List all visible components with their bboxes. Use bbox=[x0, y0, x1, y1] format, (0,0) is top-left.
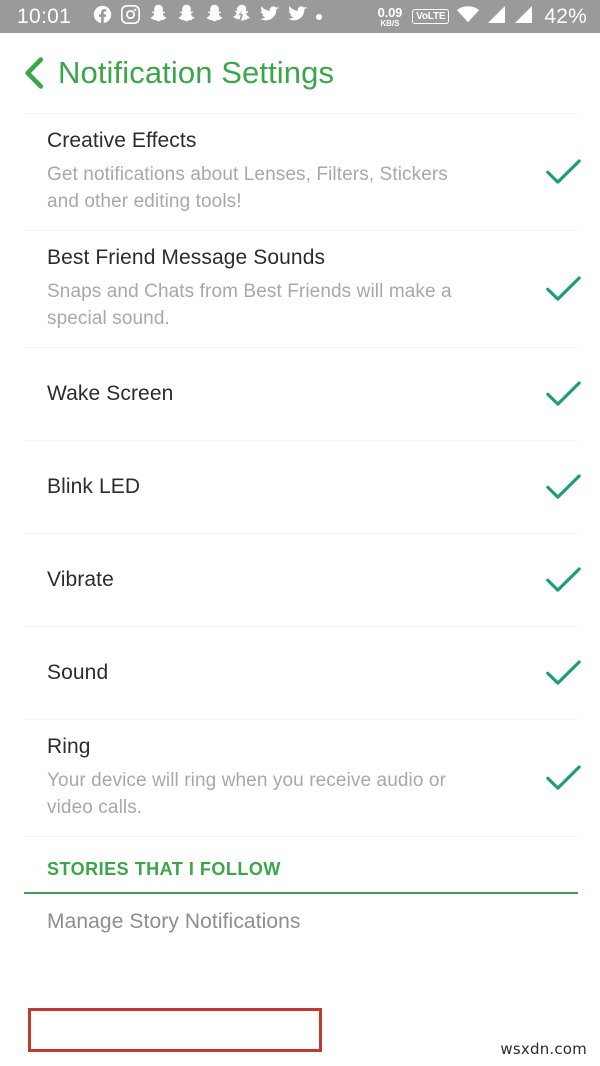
settings-row-wake-screen[interactable]: Wake Screen bbox=[0, 348, 600, 440]
row-text-block: Blink LED bbox=[47, 474, 526, 499]
checkmark-icon[interactable] bbox=[526, 659, 600, 688]
settings-row-manage-story-notifications[interactable]: Manage Story Notifications bbox=[0, 894, 600, 950]
checkmark-icon[interactable] bbox=[526, 158, 600, 187]
twitter-icon-2 bbox=[288, 5, 308, 28]
settings-row-vibrate[interactable]: Vibrate bbox=[0, 534, 600, 626]
battery-percentage: 42% bbox=[544, 4, 587, 28]
manage-story-notifications-label: Manage Story Notifications bbox=[47, 910, 301, 933]
row-title: Wake Screen bbox=[47, 382, 174, 406]
network-speed-unit: KB/S bbox=[380, 18, 400, 28]
snapchat-icon-1 bbox=[149, 4, 168, 29]
settings-row-best-friend-message-sounds[interactable]: Best Friend Message Sounds Snaps and Cha… bbox=[0, 231, 600, 347]
status-bar: 10:01 0.09 KB/S VoLTE 42% bbox=[0, 0, 600, 33]
settings-list: Creative Effects Get notifications about… bbox=[0, 113, 600, 950]
instagram-icon bbox=[120, 4, 141, 29]
row-title: Sound bbox=[47, 661, 109, 685]
twitter-icon-1 bbox=[260, 5, 280, 28]
section-header-stories: STORIES THAT I FOLLOW bbox=[0, 837, 600, 892]
snapchat-icon-3 bbox=[205, 4, 224, 29]
row-text-block: Creative Effects Get notifications about… bbox=[47, 128, 526, 216]
row-title: Best Friend Message Sounds bbox=[47, 245, 326, 269]
snapchat-ghost-icon bbox=[233, 4, 251, 29]
row-title: Vibrate bbox=[47, 568, 114, 592]
status-bar-right: 0.09 KB/S VoLTE 42% bbox=[378, 5, 587, 29]
row-title: Creative Effects bbox=[47, 128, 197, 152]
row-title: Ring bbox=[47, 734, 91, 758]
phone-screen: 10:01 0.09 KB/S VoLTE 42% Notification S… bbox=[0, 0, 600, 1066]
facebook-icon bbox=[93, 5, 112, 29]
checkmark-icon[interactable] bbox=[526, 764, 600, 793]
status-bar-left: 10:01 bbox=[17, 4, 323, 29]
row-subtitle: Get notifications about Lenses, Filters,… bbox=[47, 164, 448, 213]
volte-icon: VoLTE bbox=[412, 8, 450, 25]
checkmark-icon[interactable] bbox=[526, 275, 600, 304]
row-subtitle: Snaps and Chats from Best Friends will m… bbox=[47, 281, 452, 330]
page-title: Notification Settings bbox=[58, 55, 335, 90]
settings-row-sound[interactable]: Sound bbox=[0, 627, 600, 719]
chevron-left-icon[interactable] bbox=[17, 53, 49, 93]
settings-row-creative-effects[interactable]: Creative Effects Get notifications about… bbox=[0, 114, 600, 230]
checkmark-icon[interactable] bbox=[526, 473, 600, 502]
settings-row-blink-led[interactable]: Blink LED bbox=[0, 441, 600, 533]
section-header-label: STORIES THAT I FOLLOW bbox=[47, 859, 281, 879]
signal-bars-icon-sim2 bbox=[514, 5, 533, 28]
page-header: Notification Settings bbox=[0, 33, 600, 113]
row-subtitle: Your device will ring when you receive a… bbox=[47, 770, 446, 819]
network-speed-indicator: 0.09 KB/S bbox=[378, 6, 403, 28]
row-title: Blink LED bbox=[47, 475, 141, 499]
row-text-block: Sound bbox=[47, 660, 526, 685]
checkmark-icon[interactable] bbox=[526, 380, 600, 409]
highlight-box-annotation bbox=[28, 1008, 322, 1052]
checkmark-icon[interactable] bbox=[526, 566, 600, 595]
snapchat-icon-2 bbox=[177, 4, 196, 29]
signal-bars-icon-sim1 bbox=[487, 5, 506, 28]
wifi-icon bbox=[457, 5, 480, 28]
row-text-block: Wake Screen bbox=[47, 381, 526, 406]
more-notifications-dot bbox=[316, 13, 323, 20]
row-text-block: Ring Your device will ring when you rece… bbox=[47, 734, 526, 822]
status-bar-clock: 10:01 bbox=[17, 5, 72, 28]
row-text-block: Best Friend Message Sounds Snaps and Cha… bbox=[47, 245, 526, 333]
watermark: wsxdn.com bbox=[500, 1040, 587, 1058]
row-text-block: Vibrate bbox=[47, 567, 526, 592]
settings-row-ring[interactable]: Ring Your device will ring when you rece… bbox=[0, 720, 600, 836]
network-speed-value: 0.09 bbox=[377, 4, 403, 20]
